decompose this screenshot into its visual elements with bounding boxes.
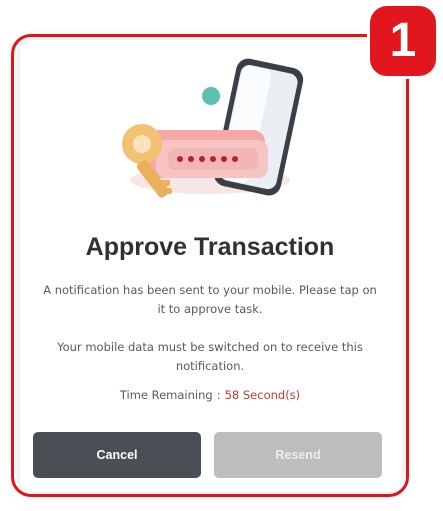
teal-dot bbox=[202, 87, 220, 105]
timer-value: 58 Second(s) bbox=[224, 388, 301, 402]
resend-button[interactable]: Resend bbox=[214, 432, 382, 478]
step-badge: 1 bbox=[367, 3, 439, 79]
notification-message: A notification has been sent to your mob… bbox=[43, 283, 377, 316]
timer-separator: : bbox=[216, 388, 221, 402]
phone-key-illustration bbox=[122, 58, 304, 198]
time-remaining: Time Remaining:58 Second(s) bbox=[20, 388, 400, 402]
timer-label: Time Remaining bbox=[119, 388, 213, 402]
cancel-button[interactable]: Cancel bbox=[33, 432, 201, 478]
mobile-data-note: Your mobile data must be switched on to … bbox=[57, 340, 363, 373]
dialog-title: Approve Transaction bbox=[85, 233, 335, 261]
